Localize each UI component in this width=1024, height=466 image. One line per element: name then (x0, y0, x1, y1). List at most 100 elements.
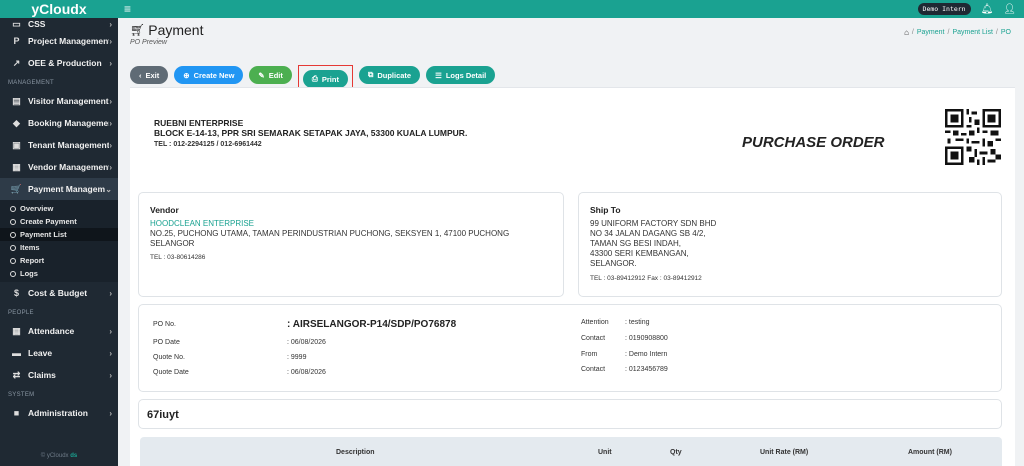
circle-icon (10, 231, 16, 238)
document-title: PURCHASE ORDER (742, 134, 885, 151)
sidebar-item-leave[interactable]: ▬ Leave › (0, 342, 118, 364)
quote-date-label: Quote Date (153, 369, 189, 376)
company-name: RUEBNI ENTERPRISE (154, 118, 244, 128)
car-icon: ▬ (12, 348, 21, 358)
company-address: BLOCK E-14-13, PPR SRI SEMARAK SETAPAK J… (154, 128, 468, 138)
calendar-icon: ▦ (12, 325, 21, 336)
ship-to-line: TAMAN SG BESI INDAH, (590, 239, 681, 248)
create-label: Create New (193, 70, 235, 80)
ship-to-line: SELANGOR. (590, 259, 637, 268)
monitor-icon: ▭ (12, 18, 21, 29)
attention-value: : testing (625, 319, 650, 326)
id-card-icon: ▤ (12, 95, 21, 106)
brand-logo[interactable]: yCloudx (0, 0, 118, 18)
breadcrumb-payment[interactable]: Payment (917, 29, 945, 36)
ship-to-box: Ship To 99 UNIFORM FACTORY SDN BHD NO 34… (578, 192, 1002, 297)
sidebar-item-label: Claims (28, 370, 56, 380)
submenu-overview[interactable]: Overview (0, 202, 118, 215)
sidebar-item-attendance[interactable]: ▦ Attendance › (0, 320, 118, 342)
sidebar-item-tenant-management[interactable]: ▣ Tenant Management › (0, 134, 118, 156)
sidebar-item-label: Vendor Management (28, 162, 110, 172)
vendor-icon: ▦ (12, 161, 21, 172)
po-no-value: : AIRSELANGOR-P14/SDP/PO76878 (287, 319, 457, 330)
ship-to-address: 99 UNIFORM FACTORY SDN BHD NO 34 JALAN D… (590, 219, 716, 269)
edit-button[interactable]: ✎ Edit (249, 66, 292, 84)
print-label: Print (321, 74, 339, 84)
from-value: : Demo Intern (625, 351, 668, 358)
submenu-label: Create Payment (20, 217, 77, 226)
contact-value-2: : 0123456789 (625, 366, 668, 373)
payment-submenu: Overview Create Payment Payment List Ite… (0, 200, 118, 282)
chevron-right-icon: › (109, 36, 112, 46)
print-button[interactable]: ⎙ Print (302, 70, 348, 88)
ship-to-heading: Ship To (590, 205, 621, 215)
po-no-label: PO No. (153, 321, 176, 328)
hamburger-menu-icon[interactable]: ≡ (124, 3, 131, 15)
submenu-logs[interactable]: Logs (0, 267, 118, 280)
sidebar-item-visitor-management[interactable]: ▤ Visitor Management › (0, 90, 118, 112)
page-header: 🛒︎ Payment PO Preview ⌂ / Payment / Paym… (130, 22, 1015, 50)
dollar-icon: $ (13, 288, 19, 298)
exit-button[interactable]: ‹ Exit (130, 66, 169, 84)
chevron-right-icon: › (109, 348, 112, 358)
quote-date-value: : 06/08/2026 (287, 369, 326, 376)
sidebar-item-label: OEE & Production (28, 58, 102, 68)
sidebar-item-administration[interactable]: ■ Administration › (0, 402, 118, 424)
printer-icon: ⎙ (311, 74, 318, 83)
ship-to-line: NO 34 JALAN DAGANG SB 4/2, (590, 229, 706, 238)
sidebar-item-oee-production[interactable]: ↗ OEE & Production › (0, 52, 118, 74)
home-icon[interactable]: ⌂ (904, 28, 909, 37)
sidebar-item-label: Visitor Management (28, 96, 109, 106)
sidebar-item-label: Administration (28, 408, 88, 418)
contact-value: : 0190908800 (625, 335, 668, 342)
arrows-icon: ⇄ (12, 369, 21, 380)
sidebar-item-booking-management[interactable]: ◆ Booking Management › (0, 112, 118, 134)
sidebar-item-vendor-management[interactable]: ▦ Vendor Management › (0, 156, 118, 178)
breadcrumb: ⌂ / Payment / Payment List / PO (904, 28, 1011, 37)
ship-to-line: 99 UNIFORM FACTORY SDN BHD (590, 219, 717, 228)
logs-detail-button[interactable]: ☰ Logs Detail (426, 66, 496, 84)
column-qty: Qty (670, 449, 682, 456)
submenu-items[interactable]: Items (0, 241, 118, 254)
company-tel: TEL : 012-2294125 / 012-6961442 (154, 141, 262, 148)
quote-no-label: Quote No. (153, 354, 185, 361)
topbar: ≡ Demo Intern 🔔︎ 👤︎ (118, 0, 1024, 18)
create-new-button[interactable]: ⊕ Create New (174, 66, 244, 84)
breadcrumb-separator: / (911, 29, 914, 36)
chevron-right-icon: › (109, 140, 112, 150)
user-avatar-icon[interactable]: 👤︎ (1003, 4, 1016, 15)
submenu-create-payment[interactable]: Create Payment (0, 215, 118, 228)
circle-icon (10, 218, 16, 225)
sidebar-item-project-management[interactable]: P Project Management › (0, 30, 118, 52)
admin-icon: ■ (13, 408, 20, 418)
topbar-right: Demo Intern 🔔︎ 👤︎ (917, 3, 1016, 15)
duplicate-button[interactable]: ⧉ Duplicate (358, 66, 421, 84)
submenu-report[interactable]: Report (0, 254, 118, 267)
footer-suffix: ds (70, 453, 78, 459)
sidebar-item-cost-budget[interactable]: $ Cost & Budget › (0, 282, 118, 304)
vendor-tel: TEL : 03-80614286 (150, 254, 206, 261)
from-label: From (581, 351, 598, 358)
sidebar-item-label: Attendance (28, 326, 75, 336)
sidebar-item-claims[interactable]: ⇄ Claims › (0, 364, 118, 386)
bell-icon[interactable]: 🔔︎ (981, 4, 994, 15)
section-people: PEOPLE (8, 310, 34, 316)
chevron-right-icon: › (109, 19, 112, 29)
breadcrumb-payment-list[interactable]: Payment List (952, 29, 992, 36)
sidebar-item-label: Project Management (28, 36, 110, 46)
edit-label: Edit (268, 70, 283, 80)
company-header: RUEBNI ENTERPRISE BLOCK E-14-13, PPR SRI… (144, 102, 1001, 188)
submenu-label: Overview (20, 204, 54, 213)
sidebar-item-payment-management[interactable]: 🛒 Payment Management ⌄ (0, 178, 118, 200)
submenu-payment-list[interactable]: Payment List (0, 228, 118, 241)
duplicate-label: Duplicate (377, 70, 412, 80)
breadcrumb-po[interactable]: PO (1001, 29, 1011, 36)
sidebar-item-css[interactable]: ▭ CSS › (0, 18, 118, 30)
section-management: MANAGEMENT (8, 80, 55, 86)
user-badge[interactable]: Demo Intern (917, 3, 971, 15)
ship-to-tel: TEL : 03-89412912 Fax : 03-89412912 (590, 275, 702, 282)
chevron-right-icon: › (109, 58, 112, 68)
sidebar-item-label: Leave (28, 348, 53, 358)
po-date-label: PO Date (153, 339, 180, 346)
page-title-text: Payment (148, 22, 204, 38)
